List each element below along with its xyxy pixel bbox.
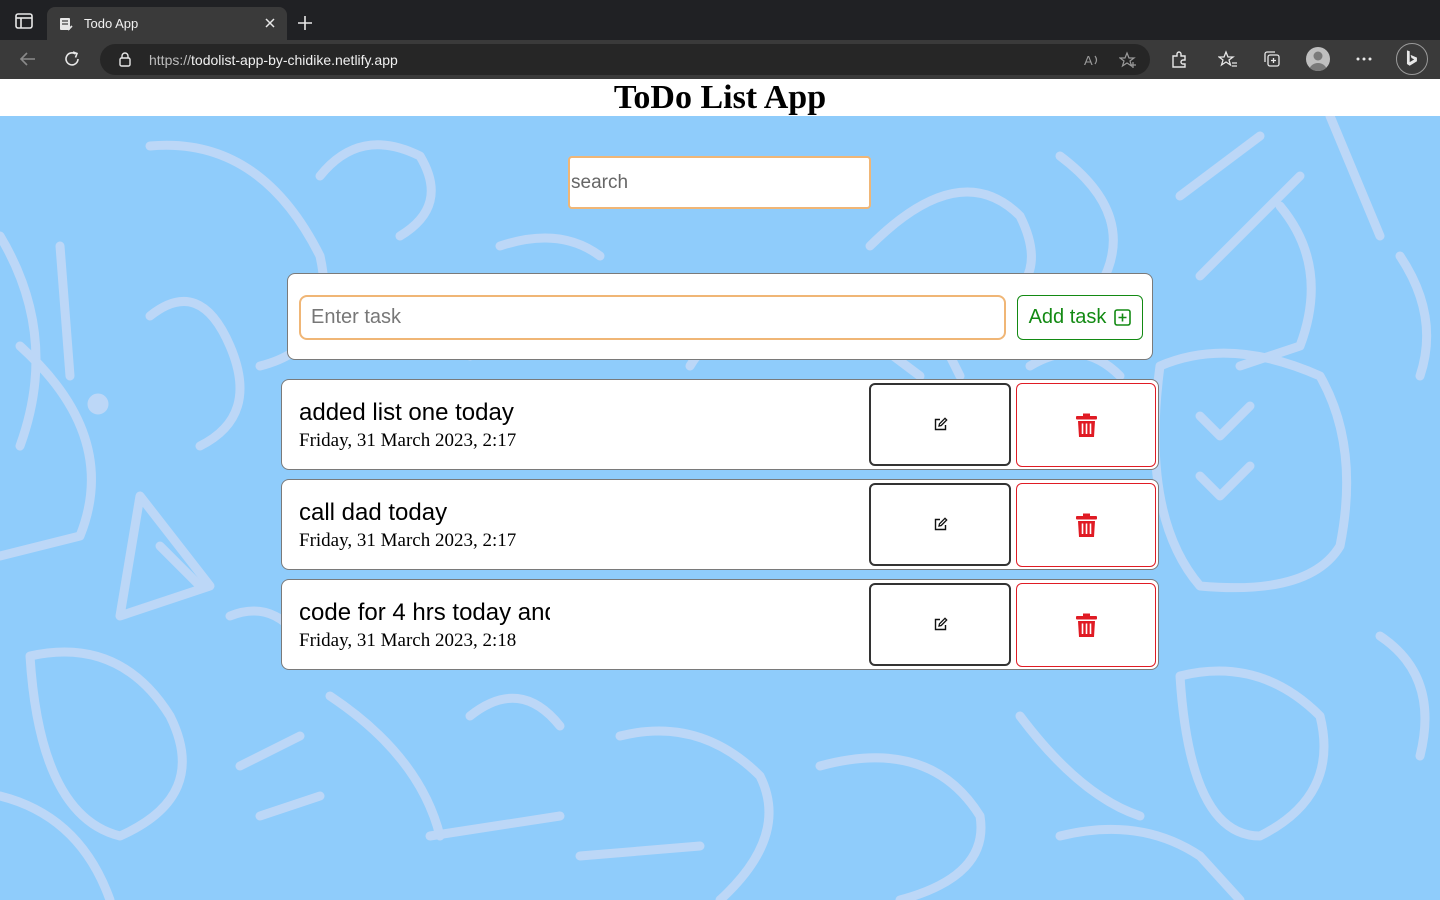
task-date: Friday, 31 March 2023, 2:17 <box>299 530 517 551</box>
read-aloud-icon[interactable]: A <box>1083 51 1101 69</box>
add-task-card: Add task <box>287 273 1153 360</box>
task-date: Friday, 31 March 2023, 2:17 <box>299 430 517 451</box>
add-task-label: Add task <box>1028 306 1107 328</box>
edit-icon <box>934 417 948 431</box>
edit-task-button[interactable] <box>869 483 1011 566</box>
edit-icon <box>934 517 948 531</box>
bing-icon <box>1406 50 1417 66</box>
task-text: added list one today <box>299 399 514 426</box>
address-bar[interactable]: https://todolist-app-by-chidike.netlify.… <box>100 44 1150 75</box>
task-date: Friday, 31 March 2023, 2:18 <box>299 630 517 651</box>
favorites-icon[interactable] <box>1218 49 1238 69</box>
task-item: code for 4 hrs today and Friday, 31 Marc… <box>281 579 1159 670</box>
page-favicon-icon <box>60 18 73 31</box>
task-input[interactable] <box>299 295 1006 340</box>
trash-icon <box>1075 413 1097 437</box>
person-icon <box>1309 51 1327 71</box>
page-header: ToDo List App <box>0 79 1440 116</box>
delete-task-button[interactable] <box>1016 383 1156 467</box>
profile-avatar[interactable] <box>1306 47 1330 71</box>
extensions-icon[interactable] <box>1169 49 1189 69</box>
page-title: ToDo List App <box>613 79 827 116</box>
back-arrow-icon[interactable] <box>18 49 38 69</box>
add-favorite-icon[interactable] <box>1119 51 1137 69</box>
plus-square-icon <box>1114 309 1132 326</box>
lock-icon[interactable] <box>118 52 132 67</box>
task-text: code for 4 hrs today and <box>299 599 550 626</box>
reload-icon[interactable] <box>62 49 82 69</box>
edit-task-button[interactable] <box>869 583 1011 666</box>
new-tab-icon[interactable] <box>296 14 314 32</box>
browser-tab-bar: Todo App <box>0 0 1440 40</box>
task-item: added list one today Friday, 31 March 20… <box>281 379 1159 470</box>
delete-task-button[interactable] <box>1016 583 1156 667</box>
url-host: todolist-app-by-chidike.netlify.app <box>191 52 398 68</box>
collections-icon[interactable] <box>1262 49 1282 69</box>
url-text: https://todolist-app-by-chidike.netlify.… <box>149 52 398 68</box>
search-input[interactable] <box>568 156 871 209</box>
tab-title: Todo App <box>84 16 139 31</box>
task-item: call dad today Friday, 31 March 2023, 2:… <box>281 479 1159 570</box>
edit-icon <box>934 617 948 631</box>
bing-copilot-button[interactable] <box>1396 43 1428 75</box>
edit-task-button[interactable] <box>869 383 1011 466</box>
browser-tab[interactable]: Todo App <box>47 7 287 40</box>
browser-toolbar: https://todolist-app-by-chidike.netlify.… <box>0 40 1440 79</box>
trash-icon <box>1075 613 1097 637</box>
add-task-button[interactable]: Add task <box>1017 295 1143 340</box>
sidebar-toggle-icon[interactable] <box>14 12 34 30</box>
url-prefix: https:// <box>149 52 192 68</box>
close-tab-icon[interactable] <box>263 16 277 30</box>
svg-text:A: A <box>1084 53 1093 68</box>
task-text: call dad today <box>299 499 448 526</box>
trash-icon <box>1075 513 1097 537</box>
delete-task-button[interactable] <box>1016 483 1156 567</box>
more-options-icon[interactable] <box>1354 49 1374 69</box>
